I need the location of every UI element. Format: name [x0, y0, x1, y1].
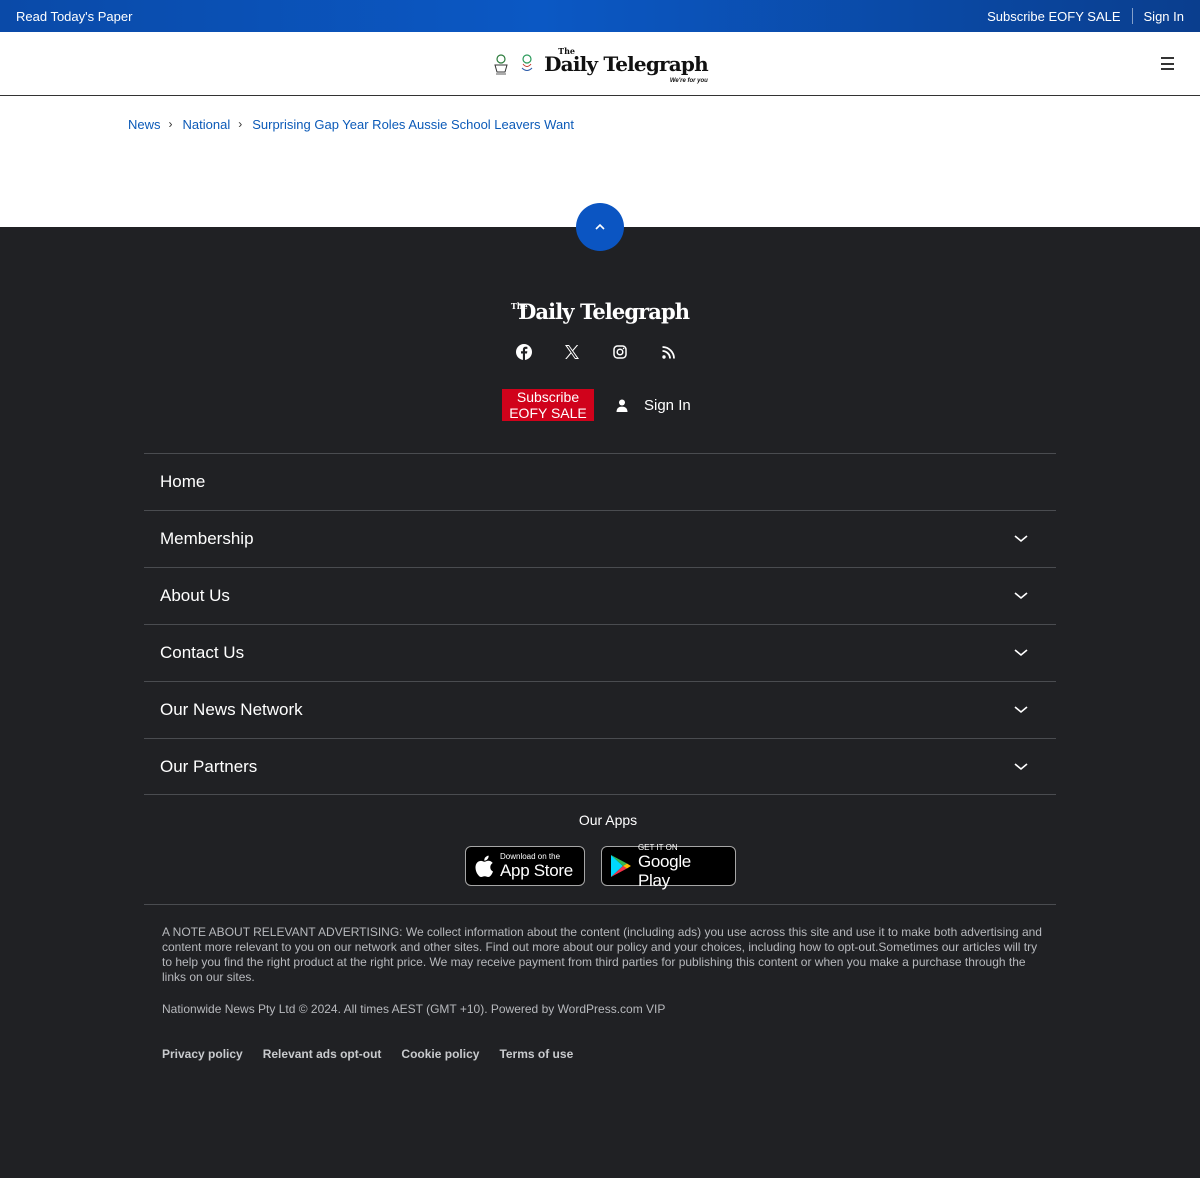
footer-nav-membership[interactable]: Membership: [144, 510, 1056, 567]
footer-nav-label: Our Partners: [160, 756, 258, 776]
footer-nav-label: Membership: [160, 529, 254, 548]
legal-links: Privacy policy Relevant ads opt-out Cook…: [162, 1047, 573, 1061]
app-store-small: Download on the: [500, 852, 561, 861]
back-to-top-button[interactable]: [576, 203, 624, 251]
chevron-down-icon: [1014, 762, 1028, 770]
breadcrumb-national[interactable]: National: [183, 117, 231, 132]
hamburger-icon[interactable]: [1161, 57, 1174, 70]
google-play-big: Google Play: [637, 851, 691, 890]
app-store-text: Download on the App Store: [500, 852, 573, 880]
footer-nav-label: Home: [160, 472, 206, 491]
advertising-note: A NOTE ABOUT RELEVANT ADVERTISING: We co…: [162, 925, 1042, 984]
google-play-text: GET IT ON Google Play: [638, 843, 727, 890]
subscribe-line2: EOFY SALE: [509, 405, 587, 421]
terms-of-use-link[interactable]: Terms of use: [499, 1047, 573, 1061]
google-play-icon: [610, 855, 631, 877]
rss-icon[interactable]: [660, 344, 676, 360]
x-icon[interactable]: [564, 344, 580, 360]
relevant-ads-opt-out-link[interactable]: Relevant ads opt-out: [263, 1047, 382, 1061]
footer-nav-our-news-network[interactable]: Our News Network: [144, 681, 1056, 738]
read-todays-paper-link[interactable]: Read Today's Paper: [16, 9, 132, 24]
subscribe-link[interactable]: Subscribe EOFY SALE: [987, 9, 1120, 24]
instagram-icon[interactable]: [612, 344, 628, 360]
top-bar-divider: [1131, 8, 1133, 24]
footer-nav-label: Contact Us: [160, 643, 245, 662]
footer-nav-contact-us[interactable]: Contact Us: [144, 624, 1056, 681]
breadcrumb-news[interactable]: News: [128, 117, 161, 132]
site-header: The Daily Telegraph We're for you: [0, 32, 1200, 96]
sign-in-link[interactable]: Sign In: [1144, 9, 1184, 24]
google-play-small: GET IT ON: [637, 842, 678, 852]
chevron-down-icon: [1014, 592, 1028, 600]
top-bar: Read Today's Paper Subscribe EOFY SALE S…: [0, 0, 1200, 32]
app-badges: Download on the App Store GET IT ON Goog…: [465, 843, 736, 890]
footer-nav-our-partners[interactable]: Our Partners: [144, 738, 1056, 795]
user-icon: [616, 399, 628, 412]
app-store-big: App Store: [500, 861, 573, 880]
paralympic-crest-icon: [521, 53, 533, 71]
google-play-badge[interactable]: GET IT ON Google Play: [601, 843, 736, 890]
chevron-down-icon: [1014, 706, 1028, 714]
footer-logo[interactable]: The Daily Telegraph: [0, 299, 1200, 324]
masthead-tagline: We're for you: [669, 77, 708, 84]
chevron-right-icon: ›: [238, 117, 243, 131]
chevron-right-icon: ›: [168, 117, 173, 131]
breadcrumb-article[interactable]: Surprising Gap Year Roles Aussie School …: [252, 117, 574, 132]
chevron-down-icon: [1014, 535, 1028, 543]
chevron-down-icon: [1014, 649, 1028, 657]
footer-logo-the: The: [510, 301, 528, 311]
footer-logo-title: Daily Telegraph: [518, 299, 690, 324]
footer-nav-home[interactable]: Home: [144, 453, 1056, 510]
masthead-the: The: [558, 45, 575, 56]
footer-actions: Subscribe EOFY SALE Sign In: [502, 389, 691, 421]
footer-nav-label: Our News Network: [160, 700, 303, 719]
privacy-policy-link[interactable]: Privacy policy: [162, 1047, 243, 1061]
our-apps-title: Our Apps: [578, 812, 638, 828]
footer-divider: [144, 904, 1056, 905]
subscribe-button[interactable]: Subscribe EOFY SALE: [502, 389, 594, 421]
footer-nav: Home Membership About Us Contact Us Our …: [144, 453, 1056, 795]
site-footer: The Daily Telegraph Subscribe EOFY SALE …: [0, 203, 1200, 1178]
top-bar-actions: Subscribe EOFY SALE Sign In: [987, 8, 1184, 24]
subscribe-line1: Subscribe: [516, 389, 580, 405]
masthead-wordmark: The Daily Telegraph We're for you: [544, 47, 709, 84]
cookie-policy-link[interactable]: Cookie policy: [401, 1047, 479, 1061]
footer-nav-about-us[interactable]: About Us: [144, 567, 1056, 624]
masthead-logo[interactable]: The Daily Telegraph We're for you: [492, 47, 709, 84]
chevron-up-icon: [595, 223, 605, 230]
footer-sign-in[interactable]: Sign In: [616, 397, 691, 414]
social-links: [516, 344, 676, 360]
footer-nav-label: About Us: [160, 586, 230, 605]
footer-sign-in-label: Sign In: [644, 396, 691, 414]
facebook-icon[interactable]: [516, 344, 532, 360]
olympic-crest-icon: [494, 53, 508, 74]
apple-icon: [475, 855, 493, 877]
app-store-badge[interactable]: Download on the App Store: [465, 846, 585, 886]
copyright: Nationwide News Pty Ltd © 2024. All time…: [162, 1002, 666, 1016]
